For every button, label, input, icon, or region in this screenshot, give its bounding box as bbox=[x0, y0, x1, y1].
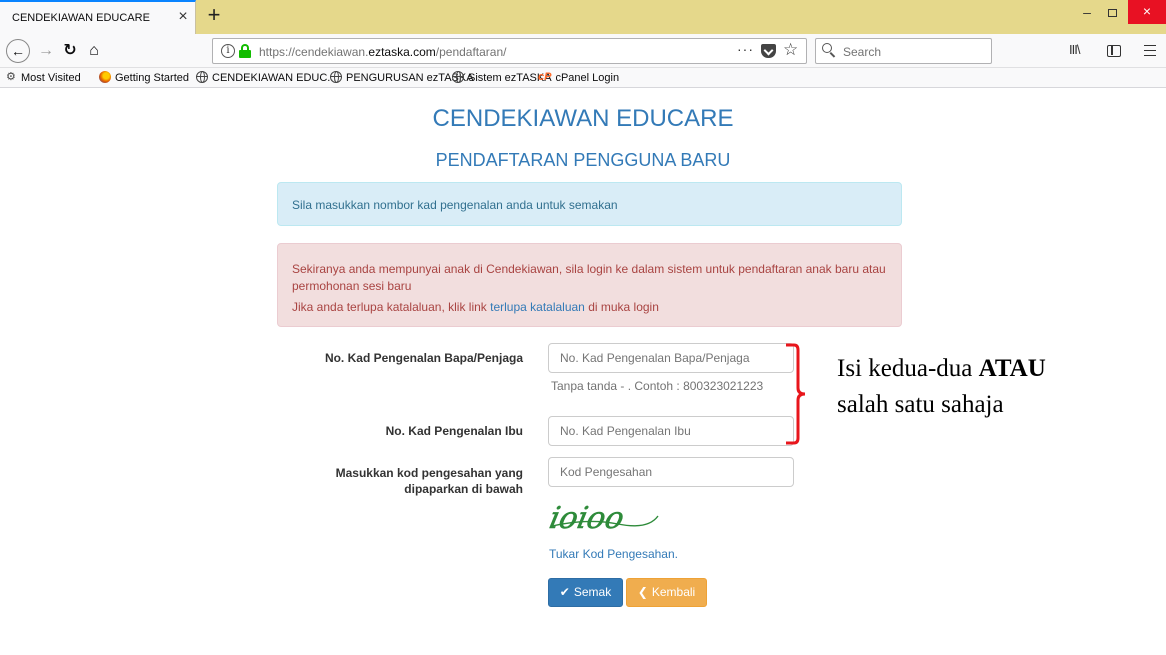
verification-code-label: Masukkan kod pengesahan yang dipaparkan … bbox=[335, 466, 523, 496]
info-alert: Sila masukkan nombor kad pengenalan anda… bbox=[277, 182, 902, 226]
father-ic-help: Tanpa tanda - . Contoh : 800323021223 bbox=[551, 379, 764, 393]
change-captcha-link[interactable]: Tukar Kod Pengesahan. bbox=[549, 547, 678, 561]
annotation-note: Isi kedua-dua ATAU salah satu sahaja bbox=[837, 355, 1046, 418]
bookmark-most-visited[interactable]: ⚙ Most Visited bbox=[6, 71, 81, 86]
search-placeholder: Search bbox=[843, 45, 882, 59]
lock-icon[interactable] bbox=[239, 44, 251, 58]
back-button[interactable]: ❮ Kembali bbox=[626, 578, 707, 607]
bookmark-cpanel[interactable]: cP cPanel Login bbox=[538, 71, 619, 86]
tab-active[interactable]: CENDEKIAWAN EDUCARE × bbox=[0, 0, 196, 34]
curly-bracket-annotation bbox=[786, 343, 806, 445]
window-close-icon[interactable]: × bbox=[1128, 0, 1166, 24]
mother-ic-label: No. Kad Pengenalan Ibu bbox=[385, 424, 523, 438]
mother-ic-input[interactable] bbox=[548, 416, 794, 446]
back-arrow-icon[interactable]: ← bbox=[6, 39, 30, 63]
tab-close-icon[interactable]: × bbox=[174, 8, 192, 26]
gear-icon: ⚙ bbox=[6, 70, 16, 83]
home-icon[interactable]: ⌂ bbox=[82, 39, 106, 63]
check-icon: ✔ bbox=[559, 585, 570, 599]
tab-title: CENDEKIAWAN EDUCARE bbox=[12, 12, 150, 24]
danger-alert-line2: Jika anda terlupa katalaluan, klik link … bbox=[292, 300, 659, 314]
site-title: CENDEKIAWAN EDUCARE bbox=[432, 105, 734, 132]
bookmark-cendekiawan[interactable]: CENDEKIAWAN EDUC... bbox=[196, 71, 336, 86]
hamburger-menu-icon[interactable] bbox=[1144, 45, 1156, 56]
url-text[interactable]: https://cendekiawan.eztaska.com/pendafta… bbox=[259, 45, 507, 59]
firefox-icon bbox=[99, 71, 111, 84]
verification-code-input[interactable] bbox=[548, 457, 794, 487]
globe-icon bbox=[196, 71, 208, 84]
maximize-icon[interactable] bbox=[1102, 4, 1122, 22]
url-bar[interactable]: i https://cendekiawan.eztaska.com/pendaf… bbox=[212, 38, 807, 64]
search-icon bbox=[822, 43, 838, 59]
page-subtitle: PENDAFTARAN PENGGUNA BARU bbox=[435, 150, 731, 170]
globe-icon bbox=[452, 71, 464, 84]
danger-alert-line1: Sekiranya anda mempunyai anak di Cendeki… bbox=[292, 262, 886, 293]
pocket-icon[interactable] bbox=[761, 44, 776, 58]
navigation-toolbar: ← → ↻ ⌂ i https://cendekiawan.eztaska.co… bbox=[0, 34, 1166, 68]
info-icon[interactable]: i bbox=[221, 44, 235, 58]
bookmarks-toolbar: ⚙ Most Visited Getting Started CENDEKIAWA… bbox=[0, 68, 1166, 88]
chevron-left-icon: ❮ bbox=[637, 585, 648, 599]
tab-bar: CENDEKIAWAN EDUCARE × + – × bbox=[0, 0, 1166, 34]
cpanel-icon: cP bbox=[538, 71, 552, 84]
globe-icon bbox=[330, 71, 342, 84]
new-tab-button[interactable]: + bbox=[202, 4, 226, 28]
forgot-password-link[interactable]: terlupa katalaluan bbox=[490, 300, 585, 314]
reload-icon[interactable]: ↻ bbox=[58, 39, 82, 63]
captcha-text: ioioo bbox=[548, 501, 627, 536]
page-actions-icon[interactable]: ··· bbox=[737, 41, 754, 57]
captcha-image: ioioo bbox=[548, 501, 659, 536]
library-icon[interactable]: III\ bbox=[1069, 42, 1089, 60]
bookmark-sistem-eztaska[interactable]: Sistem ezTASKA bbox=[452, 71, 552, 86]
minimize-icon[interactable]: – bbox=[1077, 4, 1097, 22]
forward-arrow-icon[interactable]: → bbox=[34, 39, 58, 63]
danger-alert: Sekiranya anda mempunyai anak di Cendeki… bbox=[277, 243, 902, 327]
father-ic-label: No. Kad Pengenalan Bapa/Penjaga bbox=[324, 351, 523, 365]
father-ic-input[interactable] bbox=[548, 343, 794, 373]
search-input[interactable]: Search bbox=[815, 38, 992, 64]
bookmark-star-icon[interactable]: ☆ bbox=[783, 40, 798, 60]
check-button[interactable]: ✔ Semak bbox=[548, 578, 623, 607]
bookmark-getting-started[interactable]: Getting Started bbox=[99, 71, 189, 86]
sidebar-icon[interactable] bbox=[1107, 45, 1121, 57]
